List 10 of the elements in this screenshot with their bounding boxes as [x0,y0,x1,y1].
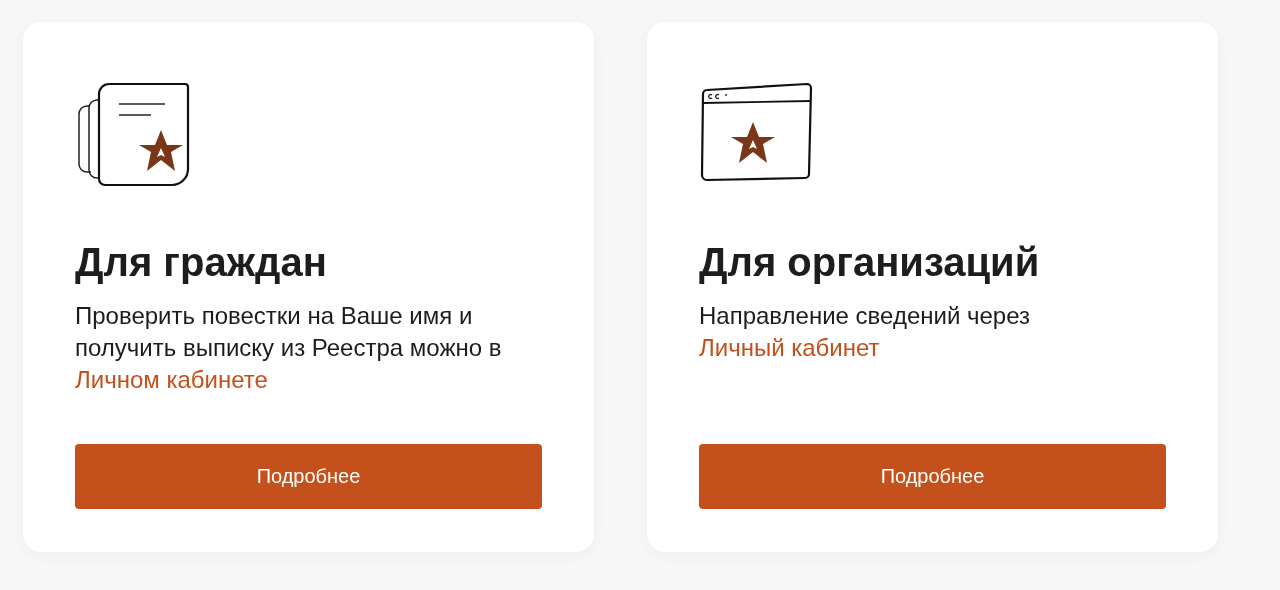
card-title: Для организаций [699,239,1041,286]
cabinet-link[interactable]: Личный кабинет [699,334,880,361]
details-button[interactable]: Подробнее [699,444,1166,509]
card-title: Для граждан [75,239,328,286]
card-description: Проверить повестки на Ваше имя и получить выписку из Реестра можно в Личном кабинете [75,301,503,395]
card-description: Направление сведений через Личный кабинет [699,301,1031,363]
document-star-icon [75,82,191,188]
browser-star-icon [699,82,815,184]
details-button[interactable]: Подробнее [75,444,542,509]
cabinet-link[interactable]: Личном кабинете [75,366,268,393]
